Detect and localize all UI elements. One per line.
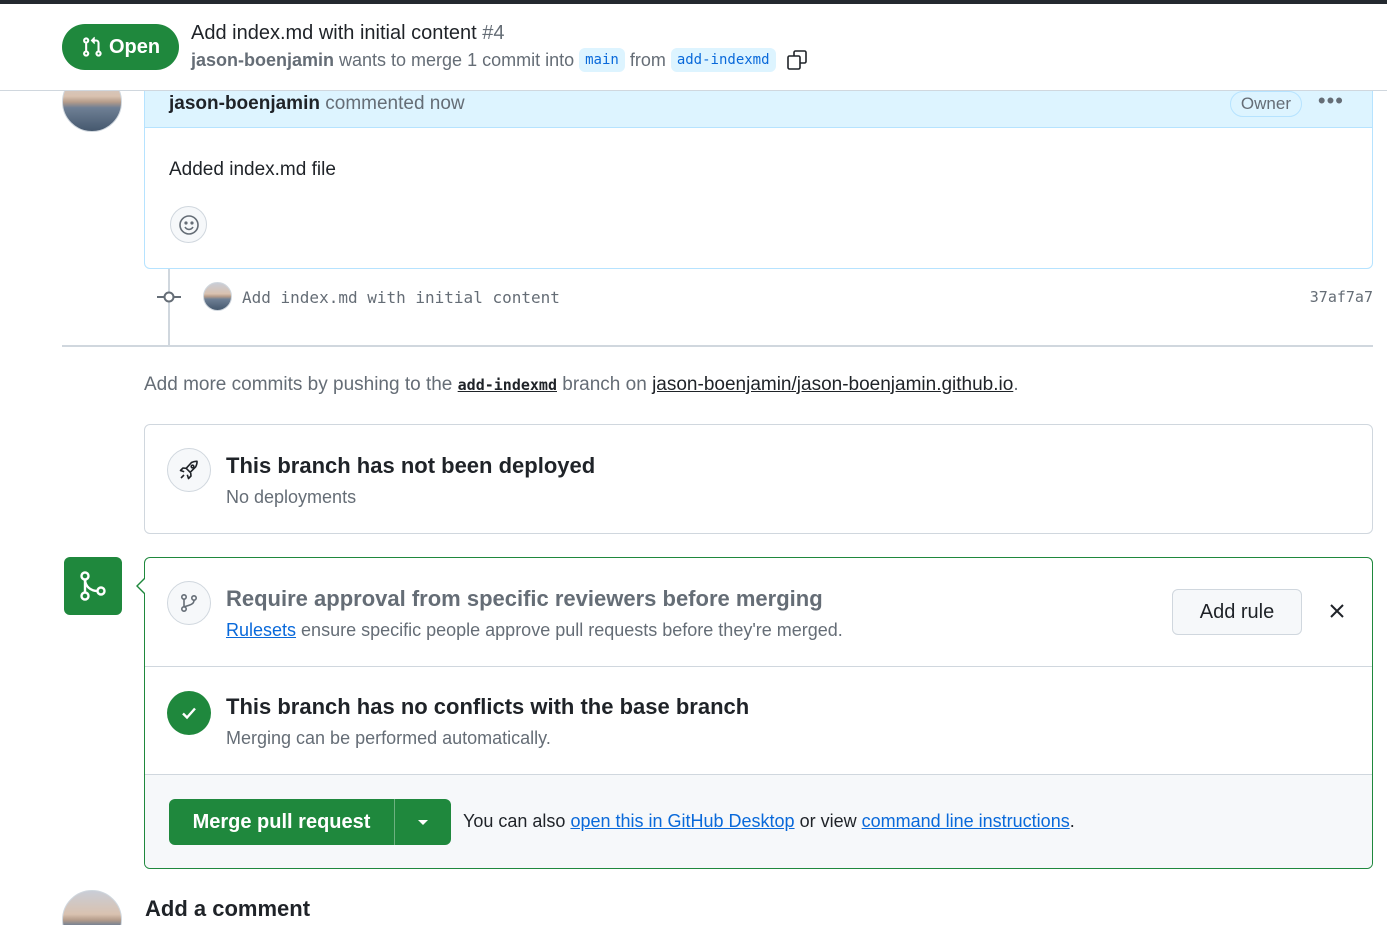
merge-hint-prefix: You can also — [463, 811, 566, 831]
viewer-avatar[interactable] — [62, 890, 122, 925]
pr-state-label: Open — [108, 35, 161, 58]
merge-status-tile — [64, 557, 122, 615]
comment-author-link[interactable]: jason-boenjamin — [169, 93, 320, 114]
deployment-icon-circle — [167, 448, 211, 492]
comment-timestamp[interactable]: commented now — [325, 93, 464, 114]
merge-hint-suffix: . — [1069, 811, 1075, 831]
pr-author-link[interactable]: jason-boenjamin — [191, 50, 334, 71]
merge-hint: You can also open this in GitHub Desktop… — [463, 811, 1075, 832]
push-hint-prefix: Add more commits by pushing to the — [144, 374, 453, 395]
git-merge-icon — [80, 571, 106, 601]
add-comment-title: Add a comment — [145, 896, 311, 921]
ruleset-title: Require approval from specific reviewers… — [226, 586, 823, 611]
commit-message-link[interactable]: Add index.md with initial content — [242, 288, 560, 307]
pull-request-icon — [82, 36, 102, 57]
git-branch-icon — [180, 593, 198, 613]
push-hint: Add more commits by pushing to the add-i… — [144, 374, 1019, 396]
push-hint-middle: branch on — [562, 374, 647, 395]
check-circle — [167, 691, 211, 735]
check-icon — [182, 707, 196, 720]
head-branch-pill[interactable]: add-indexmd — [670, 48, 776, 72]
deployment-box: This branch has not been deployed No dep… — [144, 424, 1373, 534]
push-hint-suffix: . — [1013, 374, 1019, 395]
owner-badge: Owner — [1229, 91, 1302, 117]
copy-icon[interactable] — [785, 48, 809, 72]
merge-section-divider — [145, 666, 1372, 667]
pr-meta-text: wants to merge 1 commit into — [339, 49, 575, 70]
comment-body: Added index.md file — [169, 159, 336, 180]
rocket-icon — [179, 460, 198, 480]
add-rule-button[interactable]: Add rule — [1172, 589, 1302, 635]
ruleset-description: Rulesets ensure specific people approve … — [226, 620, 843, 641]
push-hint-repo-link[interactable]: jason-boenjamin/jason-boenjamin.github.i… — [652, 374, 1013, 395]
merge-hint-middle: or view — [799, 811, 857, 831]
pr-title-text: Add index.md with initial content — [191, 22, 477, 44]
command-line-link[interactable]: command line instructions — [862, 811, 1070, 831]
ruleset-text: ensure specific people approve pull requ… — [301, 620, 843, 640]
pr-number: #4 — [482, 22, 505, 44]
pr-meta: jason-boenjamin wants to merge 1 commit … — [191, 48, 809, 72]
push-hint-branch[interactable]: add-indexmd — [458, 376, 557, 394]
comment-box: jason-boenjamin commented now Owner ••• … — [144, 76, 1373, 269]
merge-box-caret-fill — [138, 578, 146, 594]
conflicts-subtitle: Merging can be performed automatically. — [226, 728, 551, 748]
comment-author-line: jason-boenjamin commented now — [169, 93, 465, 115]
merge-button-group: Merge pull request — [169, 799, 451, 845]
git-commit-icon — [157, 291, 181, 303]
triangle-down-icon — [418, 820, 428, 825]
pr-state-badge: Open — [62, 24, 179, 70]
close-icon[interactable] — [1326, 600, 1348, 622]
merge-pull-request-button[interactable]: Merge pull request — [169, 799, 395, 845]
rulesets-link[interactable]: Rulesets — [226, 620, 296, 640]
github-desktop-link[interactable]: open this in GitHub Desktop — [570, 811, 794, 831]
commit-author-avatar[interactable] — [203, 282, 232, 311]
pr-sticky-header: Open Add index.md with initial content #… — [0, 4, 1387, 91]
merge-method-dropdown[interactable] — [395, 799, 451, 845]
deployment-title: This branch has not been deployed — [226, 453, 596, 478]
pr-title: Add index.md with initial content #4 — [191, 22, 505, 45]
merge-footer: Merge pull request You can also open thi… — [145, 774, 1372, 868]
smiley-icon — [178, 214, 199, 235]
ruleset-icon-circle — [167, 581, 211, 625]
commit-sha-link[interactable]: 37af7a7 — [1310, 288, 1373, 306]
add-reaction-button[interactable] — [170, 206, 207, 243]
base-branch-pill[interactable]: main — [579, 48, 625, 72]
deployment-subtitle: No deployments — [226, 487, 357, 507]
timeline-divider — [62, 345, 1373, 347]
timeline-commit: Add index.md with initial content 37af7a… — [155, 280, 1373, 314]
merge-box: Require approval from specific reviewers… — [144, 557, 1373, 869]
comment-options-icon[interactable]: ••• — [1318, 90, 1344, 112]
conflicts-title: This branch has no conflicts with the ba… — [226, 694, 750, 719]
pr-from-text: from — [629, 49, 666, 70]
